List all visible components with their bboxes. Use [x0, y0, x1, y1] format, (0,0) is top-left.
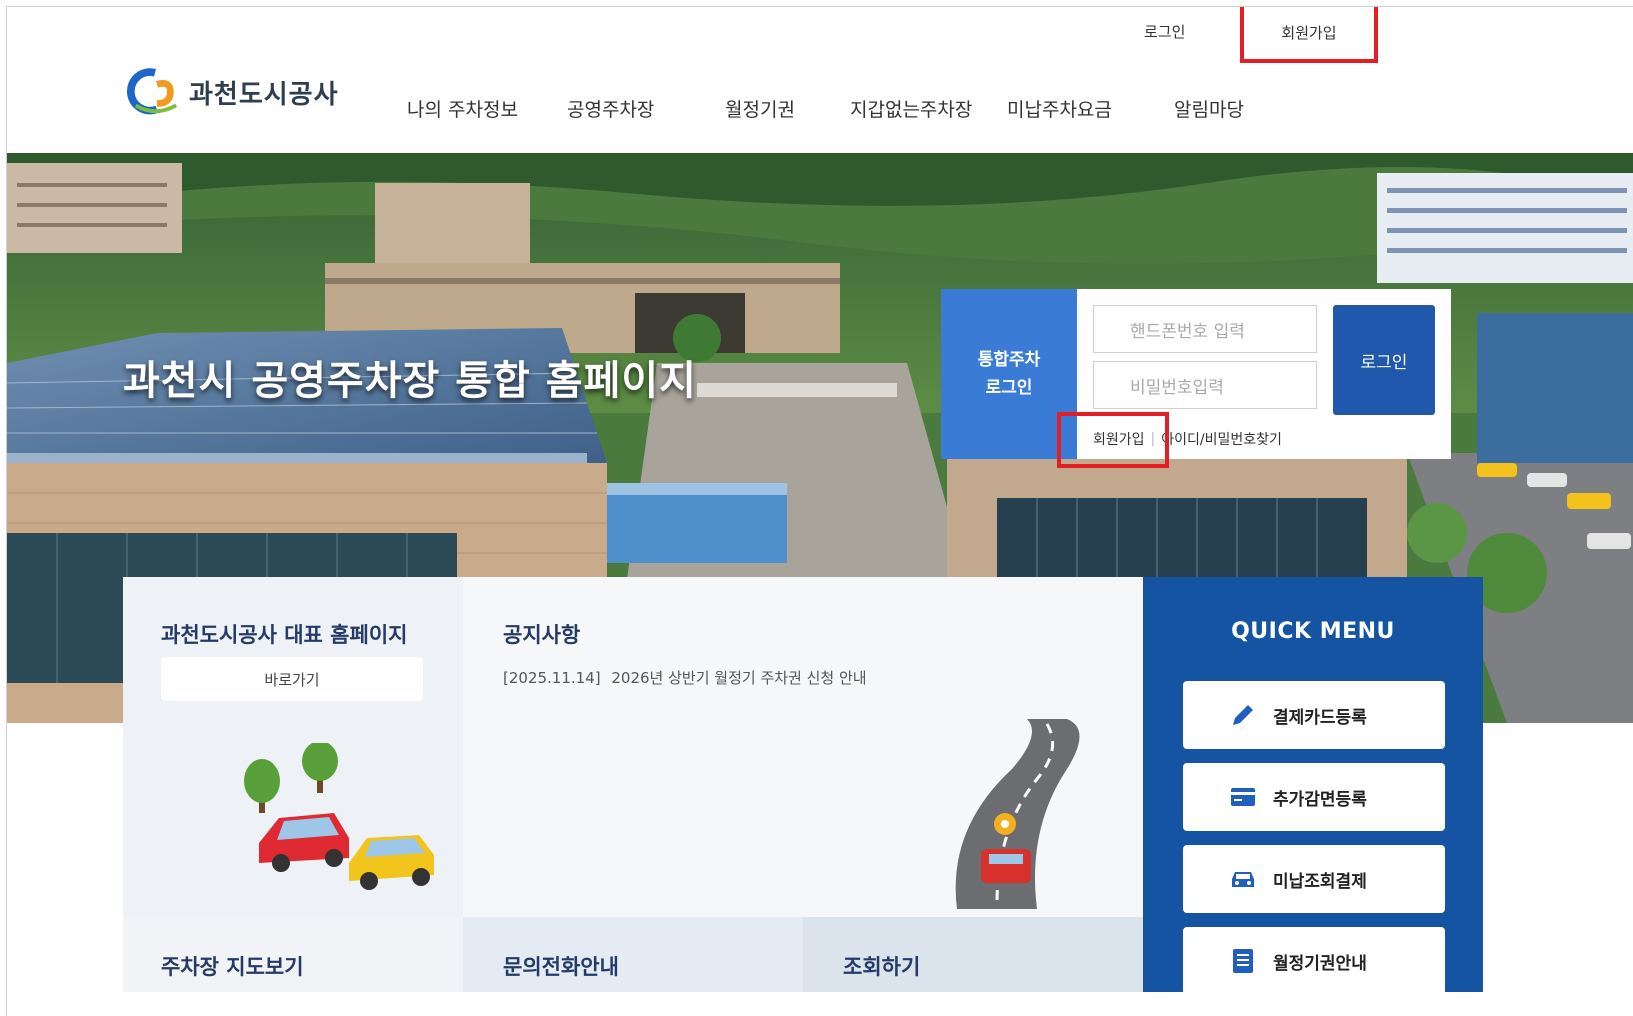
- integrated-login-box: 통합주차 로그인 핸드폰번호 입력 비밀번호입력 로그인 회원가입 | 아이디/…: [941, 289, 1451, 459]
- find-id-password-link[interactable]: 아이디/비밀번호찾기: [1161, 429, 1282, 449]
- logo-mark-icon: [127, 68, 178, 115]
- phone-inquiry-title: 문의전화안내: [503, 955, 619, 979]
- notice-text: 2026년 상반기 월정기 주차권 신청 안내: [611, 669, 867, 687]
- parking-cars-illustration: [244, 743, 434, 890]
- parking-map-title: 주차장 지도보기: [161, 955, 304, 979]
- card-icon: [1229, 783, 1257, 811]
- document-icon: [1229, 947, 1257, 975]
- browser-page: 로그인 회원가입 과천도시공사 나의 주차정보 공영주차장 월정기권 지갑없는주…: [6, 6, 1633, 1016]
- notice-date: [2025.11.14]: [503, 669, 601, 687]
- password-input[interactable]: 비밀번호입력: [1093, 361, 1317, 409]
- homepage-panel: 과천도시공사 대표 홈페이지 바로가기: [123, 577, 463, 917]
- logo[interactable]: 과천도시공사: [127, 67, 339, 117]
- quick-menu-unpaid-lookup[interactable]: 미납조회결제: [1183, 845, 1445, 913]
- notice-panel-title: 공지사항: [503, 623, 581, 647]
- header-join-link[interactable]: 회원가입: [1240, 7, 1378, 63]
- phone-number-input[interactable]: 핸드폰번호 입력: [1093, 305, 1317, 353]
- lookup-panel[interactable]: 조회하기: [803, 917, 1143, 992]
- nav-my-parking[interactable]: 나의 주차정보: [407, 95, 518, 122]
- quick-menu-monthly-pass-info[interactable]: 월정기권안내: [1183, 927, 1445, 995]
- notice-item[interactable]: [2025.11.14] 2026년 상반기 월정기 주차권 신청 안내: [503, 667, 867, 688]
- logo-text: 과천도시공사: [189, 79, 339, 110]
- pencil-icon: [1229, 701, 1257, 729]
- nav-walletless-parking[interactable]: 지갑없는주차장: [850, 95, 972, 122]
- parking-map-panel[interactable]: 주차장 지도보기: [123, 917, 463, 992]
- lookup-title: 조회하기: [843, 955, 921, 979]
- nav-notice-board[interactable]: 알림마당: [1174, 95, 1244, 122]
- header-join-label: 회원가입: [1281, 23, 1337, 42]
- nav-unpaid-fee[interactable]: 미납주차요금: [1007, 95, 1112, 122]
- goto-homepage-button[interactable]: 바로가기: [161, 657, 423, 701]
- car-icon: [1229, 865, 1257, 893]
- phone-inquiry-panel[interactable]: 문의전화안내: [463, 917, 803, 992]
- quick-menu-label: 미납조회결제: [1273, 871, 1367, 892]
- road-illustration: [955, 719, 1080, 909]
- highlight-join-box: [1057, 412, 1169, 468]
- quick-menu-label: 추가감면등록: [1273, 789, 1367, 810]
- header-login-link[interactable]: 로그인: [1144, 21, 1185, 42]
- login-box-label-line2: 로그인: [985, 378, 1033, 398]
- notice-panel: 공지사항 [2025.11.14] 2026년 상반기 월정기 주차권 신청 안…: [463, 577, 1143, 917]
- quick-menu-payment-card[interactable]: 결제카드등록: [1183, 681, 1445, 749]
- quick-menu-title: QUICK MENU: [1231, 619, 1395, 644]
- login-box-label-line1: 통합주차: [977, 350, 1041, 370]
- hero-title: 과천시 공영주차장 통합 홈페이지: [123, 358, 697, 404]
- nav-public-parking[interactable]: 공영주차장: [567, 95, 654, 122]
- homepage-panel-title: 과천도시공사 대표 홈페이지: [161, 623, 408, 647]
- quick-menu-discount-register[interactable]: 추가감면등록: [1183, 763, 1445, 831]
- quick-menu-label: 결제카드등록: [1273, 707, 1367, 728]
- nav-monthly-pass[interactable]: 월정기권: [725, 95, 795, 122]
- login-submit-button[interactable]: 로그인: [1333, 305, 1435, 415]
- quick-menu-panel: QUICK MENU 결제카드등록 추가감면등록 미납조회결제 월정기권안내: [1143, 577, 1483, 995]
- quick-menu-label: 월정기권안내: [1273, 953, 1367, 974]
